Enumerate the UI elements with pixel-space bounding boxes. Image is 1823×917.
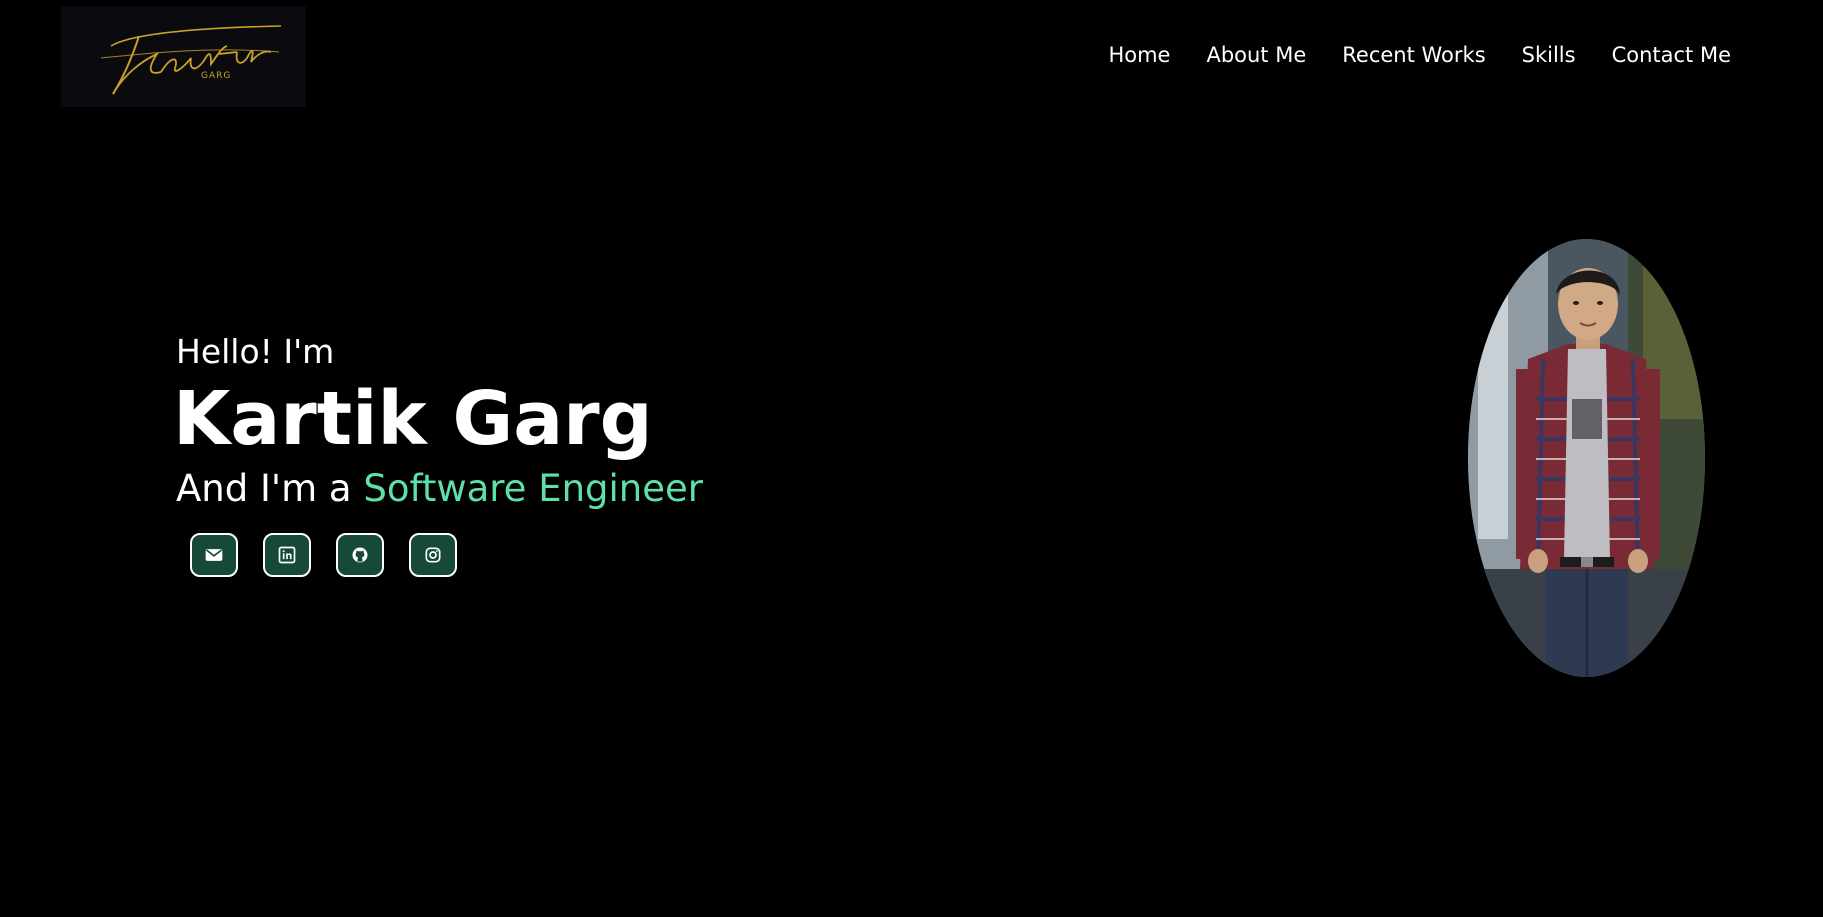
profile-photo (1468, 239, 1705, 677)
logo-signature: GARG (100, 25, 282, 95)
hero-greeting: Hello! I'm (176, 332, 335, 371)
linkedin-button[interactable] (263, 533, 311, 577)
nav-about-me[interactable]: About Me (1206, 43, 1306, 67)
linkedin-icon (278, 546, 296, 564)
main-nav: Home About Me Recent Works Skills Contac… (1108, 43, 1731, 67)
nav-contact-me[interactable]: Contact Me (1612, 43, 1731, 67)
page: GARG Home About Me Recent Works Skills C… (0, 0, 1823, 917)
instagram-icon (425, 547, 441, 563)
github-icon (352, 547, 368, 563)
profile-photo-illustration (1468, 239, 1705, 677)
mail-icon (205, 549, 223, 561)
site-logo[interactable]: GARG (61, 6, 306, 107)
nav-home[interactable]: Home (1108, 43, 1170, 67)
nav-recent-works[interactable]: Recent Works (1342, 43, 1485, 67)
hero-name: Kartik Garg (173, 376, 653, 462)
github-button[interactable] (336, 533, 384, 577)
nav-skills[interactable]: Skills (1522, 43, 1576, 67)
social-links (190, 533, 457, 577)
instagram-button[interactable] (409, 533, 457, 577)
email-button[interactable] (190, 533, 238, 577)
hero-intro: Hello! I'm Kartik Garg And I'm a Softwar… (173, 330, 703, 514)
hero-role-prefix: And I'm a (176, 467, 364, 510)
svg-text:GARG: GARG (201, 71, 231, 81)
hero-role: And I'm a Software Engineer (176, 464, 703, 514)
hero-role-highlight: Software Engineer (363, 467, 703, 510)
